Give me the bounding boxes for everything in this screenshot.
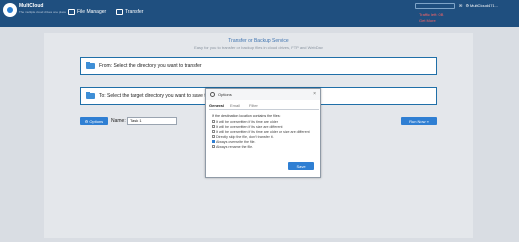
- option-label: It will be overwritten if its time are o…: [216, 119, 278, 124]
- option-label: Always overwrite the file.: [216, 139, 256, 144]
- close-icon[interactable]: ×: [313, 91, 316, 97]
- top-header: MultCloud The multiple cloud drives one …: [0, 0, 519, 27]
- task-name-label: Name:: [111, 118, 126, 124]
- source-directory-label: From: Select the directory you want to t…: [99, 63, 202, 69]
- option-label: Always rename the file.: [216, 144, 254, 149]
- nav-transfer-label: Transfer: [125, 9, 144, 15]
- folder-icon: [86, 92, 95, 99]
- nav-file-manager-label: File Manager: [77, 9, 107, 15]
- option-overwrite-older-or-size[interactable]: It will be overwritten if its time are o…: [212, 129, 320, 134]
- account-menu[interactable]: MultCloud471...: [470, 3, 498, 8]
- transfer-icon: [116, 9, 123, 15]
- header-icons[interactable]: ✉ ⚙: [459, 3, 470, 8]
- folder-icon: [68, 9, 75, 15]
- gear-icon: ⚙: [84, 118, 89, 124]
- header-search-box[interactable]: [415, 3, 455, 9]
- dialog-tabs: General Email Filter: [209, 103, 319, 110]
- options-button[interactable]: ⚙ Options: [80, 117, 108, 125]
- tab-general[interactable]: General: [209, 103, 224, 108]
- radio-button-selected[interactable]: [212, 140, 215, 143]
- nav-file-manager[interactable]: File Manager: [68, 9, 106, 15]
- option-always-rename[interactable]: Always rename the file.: [212, 144, 320, 149]
- radio-button[interactable]: [212, 135, 215, 138]
- source-directory-row[interactable]: From: Select the directory you want to t…: [80, 57, 437, 75]
- tab-email[interactable]: Email: [230, 103, 240, 108]
- target-directory-label: To: Select the target directory you want…: [99, 93, 216, 99]
- dialog-body: If the destination location contains the…: [212, 114, 320, 149]
- radio-button[interactable]: [212, 130, 215, 133]
- nav-transfer[interactable]: Transfer: [116, 9, 143, 15]
- get-more-link[interactable]: Get More: [419, 19, 436, 23]
- options-button-label: Options: [89, 118, 104, 124]
- save-button[interactable]: Save: [288, 162, 314, 170]
- run-now-button[interactable]: Run Now »: [401, 117, 437, 125]
- option-label: It will be overwritten if its time are o…: [216, 129, 310, 134]
- header-right: ✉ ⚙ MultCloud471... Traffic left: 0B Get…: [415, 3, 515, 25]
- page-title: Transfer or Backup Service: [228, 38, 289, 44]
- task-name-input[interactable]: Task 1: [127, 117, 177, 125]
- options-dialog: Options × General Email Filter If the de…: [205, 88, 321, 178]
- option-label: Directly skip the file, don't transfer i…: [216, 134, 274, 139]
- brand-tagline: The multiple cloud drives one place: [19, 10, 67, 14]
- brand-name: MultCloud: [19, 3, 44, 9]
- settings-icon: [210, 92, 215, 97]
- radio-button[interactable]: [212, 145, 215, 148]
- radio-button[interactable]: [212, 120, 215, 123]
- page-subtitle: Easy for you to transfer or backup files…: [194, 45, 323, 50]
- folder-icon: [86, 62, 95, 69]
- dialog-title: Options: [218, 92, 232, 97]
- traffic-notice: Traffic left: 0B: [419, 12, 444, 17]
- dialog-header: Options ×: [206, 89, 320, 100]
- tab-filter[interactable]: Filter: [249, 103, 258, 108]
- radio-button[interactable]: [212, 125, 215, 128]
- option-label: It will be overwritten if its size are d…: [216, 124, 283, 129]
- logo-icon[interactable]: [3, 3, 17, 17]
